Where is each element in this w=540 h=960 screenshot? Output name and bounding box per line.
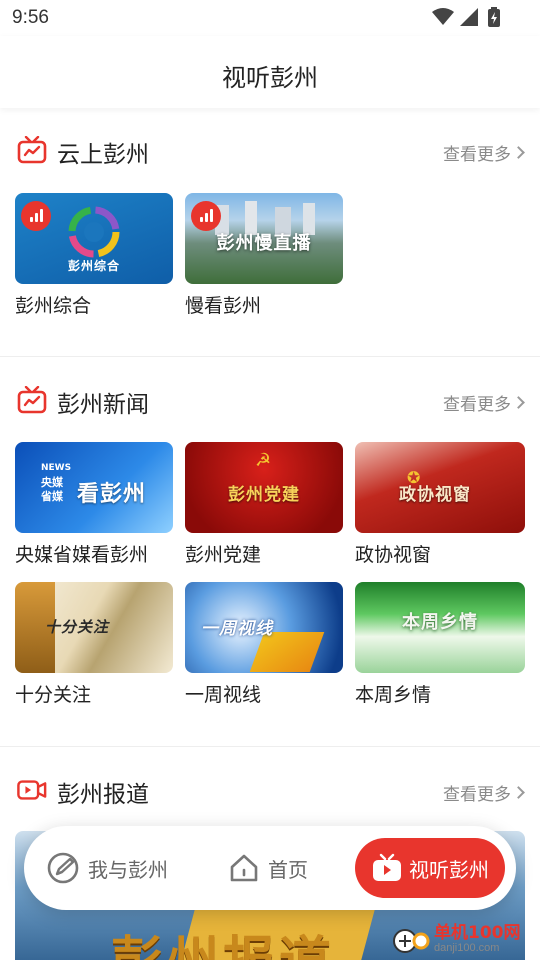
thumb-title: 本周乡情 [402,612,478,633]
nav-item-audiovisual-active[interactable]: 视听彭州 [355,838,505,898]
thumb-title: 彭州党建 [228,485,300,505]
section-cloud-pengzhou: 云上彭州 查看更多 彭州综合 彭州综合 彭州慢直播 慢看彭州 [0,130,540,350]
thumb-title: 彭州综合 [67,259,120,273]
thumb-title: 看彭州 [77,482,147,507]
nav-item-home[interactable]: 首页 [228,826,308,910]
card-label: 一周视线 [185,684,262,706]
section-pengzhou-news: 彭州新闻 查看更多 NEWS 央媒 省媒 看彭州 央媒省媒看彭州 ☭ 彭州党建 … [0,380,540,740]
section-header: 彭州新闻 查看更多 [0,380,540,424]
wifi-icon [432,8,454,25]
divider [0,746,540,747]
program-card-party-building[interactable]: ☭ 彭州党建 彭州党建 [185,442,343,567]
watermark-main: 单机100网 [434,922,521,943]
section-header: 云上彭州 查看更多 [0,130,540,174]
section-title: 彭州新闻 [57,392,149,418]
program-card-media-view[interactable]: NEWS 央媒 省媒 看彭州 央媒省媒看彭州 [15,442,173,567]
section-title: 云上彭州 [57,142,149,168]
thumbnail: 彭州慢直播 [185,193,343,284]
status-bar: 9:56 [0,0,540,36]
more-label: 查看更多 [443,785,511,805]
thumb-small-text: 省媒 [41,490,63,503]
page-title: 视听彭州 [222,64,318,92]
status-icons [432,7,500,27]
chevron-right-icon [512,786,525,799]
watermark-text: 单机100网 danji100.com [434,924,521,955]
thumb-title: 一周视线 [201,619,273,639]
section-header: 彭州报道 查看更多 [0,770,540,814]
more-label: 查看更多 [443,145,511,165]
bottom-nav: 我与彭州 首页 视听彭州 [24,826,516,910]
video-icon [17,780,47,800]
home-icon [230,854,258,882]
divider [0,356,540,357]
card-label: 慢看彭州 [185,295,262,317]
thumbnail: 十分关注 [15,582,173,673]
watermark-logo-icon [393,929,430,953]
thumb-small-text: NEWS [41,463,72,473]
thumbnail: 一周视线 [185,582,343,673]
nav-label: 首页 [268,857,308,882]
card-label: 彭州综合 [15,295,92,317]
signal-icon [460,8,478,26]
channel-card-pengzhou-zonghe[interactable]: 彭州综合 彭州综合 [15,193,173,318]
watermark-sub: danji100.com [434,941,500,954]
nav-label: 视听彭州 [409,857,489,882]
tv-icon [17,136,47,164]
edit-circle-icon [47,852,79,884]
app-header: 视听彭州 [0,36,540,108]
card-label: 彭州党建 [185,544,262,566]
more-link[interactable]: 查看更多 [443,390,525,415]
thumbnail: 本周乡情 [355,582,525,673]
nav-item-me-and-pengzhou[interactable]: 我与彭州 [46,826,168,910]
thumb-title: 彭州慢直播 [216,233,312,254]
live-icon [21,201,51,231]
status-time: 9:56 [12,7,49,28]
program-card-weekly-hometown[interactable]: 本周乡情 本周乡情 [355,582,525,707]
watermark: 单机100网 danji100.com [392,918,540,960]
party-emblem-icon: ☭ [255,450,272,471]
thumbnail: 彭州综合 [15,193,173,284]
card-label: 本周乡情 [355,684,432,706]
battery-icon [488,7,500,27]
program-card-ten-focus[interactable]: 十分关注 十分关注 [15,582,173,707]
tv-icon [17,386,47,414]
banner-title: 彭州报道 [111,919,335,960]
chevron-right-icon [512,146,525,159]
more-link[interactable]: 查看更多 [443,780,525,805]
card-label: 政协视窗 [355,544,432,566]
thumbnail: ☭ 彭州党建 [185,442,343,533]
section-title: 彭州报道 [57,782,149,808]
nav-label: 我与彭州 [88,857,168,882]
live-icon [191,201,221,231]
chevron-right-icon [512,396,525,409]
program-card-cppcc-window[interactable]: ✪ 政协视窗 政协视窗 [355,442,525,567]
card-label: 十分关注 [15,684,92,706]
more-label: 查看更多 [443,395,511,415]
channel-card-slow-pengzhou[interactable]: 彭州慢直播 慢看彭州 [185,193,343,318]
card-label: 央媒省媒看彭州 [15,544,149,566]
tv-icon [373,853,401,881]
thumb-title: 十分关注 [45,618,110,636]
thumb-title: 政协视窗 [399,485,471,505]
thumbnail: ✪ 政协视窗 [355,442,525,533]
thumbnail: NEWS 央媒 省媒 看彭州 [15,442,173,533]
more-link[interactable]: 查看更多 [443,140,525,165]
program-card-weekly-sight[interactable]: 一周视线 一周视线 [185,582,343,707]
logo-icon [68,206,120,258]
